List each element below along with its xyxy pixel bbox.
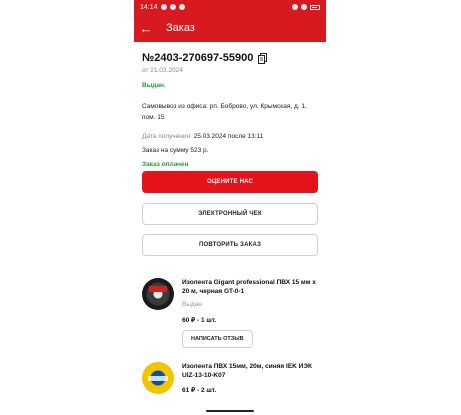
e-receipt-button[interactable]: ЭЛЕКТРОННЫЙ ЧЕК bbox=[142, 203, 318, 225]
order-number: №2403-270697-55900 bbox=[142, 52, 254, 64]
notification-icon bbox=[160, 4, 167, 10]
status-time: 14:14 bbox=[140, 3, 158, 11]
product-name: Изолента ПВХ 15мм, 20м, синяя IEK ИЭК UI… bbox=[182, 363, 312, 379]
repeat-order-button[interactable]: ПОВТОРИТЬ ЗАКАЗ bbox=[142, 234, 318, 256]
battery-icon bbox=[310, 4, 320, 10]
product-price: 61 ₽ - 2 шт. bbox=[182, 387, 217, 394]
app-toolbar: ← Заказ bbox=[134, 14, 326, 42]
status-bar: 14:14 bbox=[134, 0, 326, 14]
product-price: 60 ₽ - 1 шт. bbox=[182, 317, 217, 324]
receive-date-label: Дата получения: bbox=[142, 133, 192, 140]
back-button[interactable]: ← bbox=[134, 14, 158, 42]
order-date: от 21.03.2024 bbox=[142, 67, 183, 74]
receive-date: Дата получения: 25.03.2024 после 13:11 bbox=[142, 133, 318, 140]
notification-icon bbox=[169, 4, 176, 10]
payment-status: Заказ оплачен bbox=[142, 161, 189, 168]
order-details: №2403-270697-55900 от 21.03.2024 Выдан. … bbox=[142, 42, 318, 168]
bluetooth-icon bbox=[292, 4, 298, 10]
order-sum: Заказ на сумму 523 р. bbox=[142, 147, 209, 154]
page-title: Заказ bbox=[166, 22, 195, 34]
pickup-address: Самовывоз из офиса: рп. Боброво, ул. Кры… bbox=[142, 103, 307, 121]
product-image bbox=[142, 362, 174, 394]
gesture-bar bbox=[206, 410, 254, 412]
copy-icon[interactable] bbox=[258, 52, 268, 64]
notification-icon bbox=[178, 4, 185, 10]
rate-us-button[interactable]: ОЦЕНИТЕ НАС bbox=[142, 171, 318, 193]
product-status: Выдан bbox=[182, 301, 203, 308]
arrow-left-icon: ← bbox=[139, 20, 153, 36]
product-image bbox=[142, 278, 174, 310]
order-status: Выдан. bbox=[142, 82, 166, 89]
write-review-button[interactable]: НАПИСАТЬ ОТЗЫВ bbox=[182, 330, 253, 348]
product-name: Изолента Gigant professional ПВХ 15 мм x… bbox=[182, 279, 316, 295]
phone-screen: 14:14 ← Заказ №2403-270697-55900 от 21.0… bbox=[134, 0, 326, 415]
receive-date-value: 25.03.2024 после 13:11 bbox=[193, 133, 264, 140]
signal-icon bbox=[301, 4, 307, 10]
